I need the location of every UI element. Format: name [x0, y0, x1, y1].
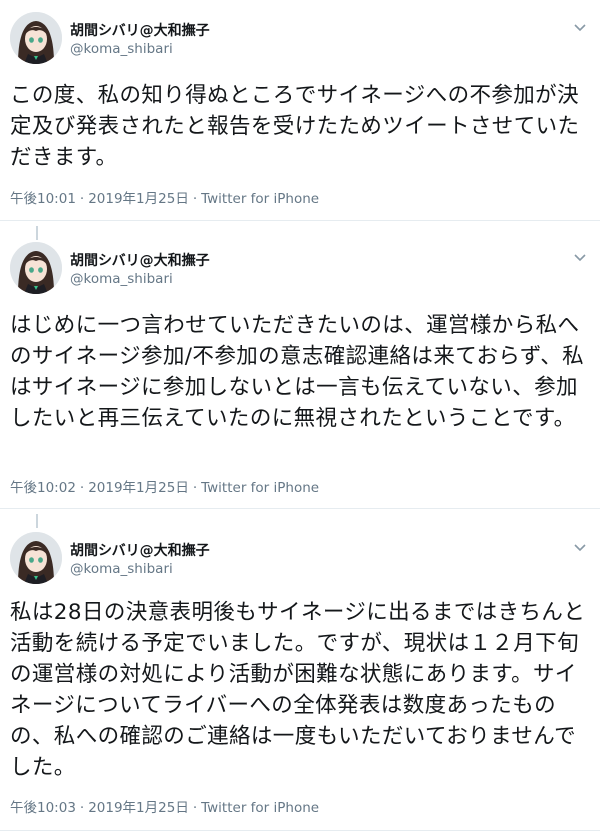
avatar[interactable]: [10, 532, 62, 584]
tweet-text: はじめに一つ言わせていただきたいのは、運営様から私へのサイネージ参加/不参加の意…: [10, 313, 585, 431]
tweet-meta: 午後10:02 · 2019年1月25日 · Twitter for iPhone: [10, 476, 319, 496]
separator: ·: [79, 800, 85, 816]
tweet-text: この度、私の知り得ぬところでサイネージへの不参加が決定及び発表されたと報告を受け…: [10, 83, 580, 170]
handle[interactable]: @koma_shibari: [70, 271, 173, 287]
tweet-meta: 午後10:03 · 2019年1月25日 · Twitter for iPhone: [10, 796, 319, 816]
tweet-time[interactable]: 午後10:01: [10, 191, 76, 207]
chevron-down-icon[interactable]: [570, 540, 590, 556]
divider: [0, 220, 600, 221]
separator: ·: [192, 480, 198, 496]
avatar[interactable]: [10, 12, 62, 64]
separator: ·: [79, 191, 85, 207]
handle[interactable]: @koma_shibari: [70, 561, 173, 577]
tweet-date[interactable]: 2019年1月25日: [88, 480, 189, 496]
thread-line: [36, 514, 38, 528]
tweet-text: 私は28日の決意表明後もサイネージに出るまではきちんと活動を続ける予定でいました…: [10, 600, 586, 780]
separator: ·: [79, 480, 85, 496]
divider: [0, 508, 600, 509]
chevron-down-icon[interactable]: [570, 20, 590, 36]
tweet-date[interactable]: 2019年1月25日: [88, 800, 189, 816]
divider: [0, 830, 600, 831]
tweet-meta: 午後10:01 · 2019年1月25日 · Twitter for iPhone: [10, 187, 319, 207]
separator: ·: [192, 800, 198, 816]
anime-girl-avatar-icon: [10, 12, 62, 64]
tweet-source[interactable]: Twitter for iPhone: [201, 800, 319, 816]
display-name[interactable]: 胡間シバリ@大和撫子: [70, 250, 210, 270]
tweet-source[interactable]: Twitter for iPhone: [201, 480, 319, 496]
separator: ·: [192, 191, 198, 207]
display-name[interactable]: 胡間シバリ@大和撫子: [70, 20, 210, 40]
anime-girl-avatar-icon: [10, 242, 62, 294]
tweet-time[interactable]: 午後10:03: [10, 800, 76, 816]
tweet-source[interactable]: Twitter for iPhone: [201, 191, 319, 207]
chevron-down-icon[interactable]: [570, 250, 590, 266]
tweet-time[interactable]: 午後10:02: [10, 480, 76, 496]
display-name[interactable]: 胡間シバリ@大和撫子: [70, 540, 210, 560]
tweet-date[interactable]: 2019年1月25日: [88, 191, 189, 207]
handle[interactable]: @koma_shibari: [70, 41, 173, 57]
thread-line: [36, 226, 38, 240]
avatar[interactable]: [10, 242, 62, 294]
anime-girl-avatar-icon: [10, 532, 62, 584]
